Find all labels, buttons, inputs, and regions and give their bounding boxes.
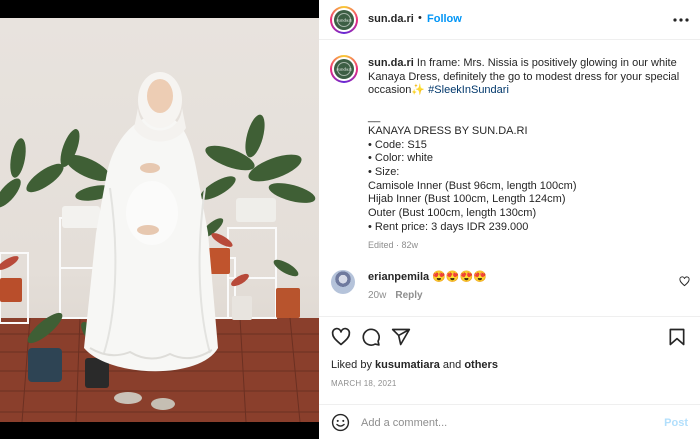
comment-like-heart-icon[interactable] [679, 276, 690, 287]
post-date: MARCH 18, 2021 [331, 379, 397, 388]
more-horizontal-icon[interactable] [671, 10, 691, 30]
caption-author-avatar[interactable]: sundari [330, 55, 358, 83]
liked-by-mid: and [439, 359, 465, 371]
follow-button[interactable]: Follow [427, 13, 462, 25]
comment-body: 😍😍😍😍 [429, 271, 487, 283]
caption-line: • Rent price: 3 days IDR 239.000 [368, 220, 529, 233]
likes-summary: Liked by kusumatiara and others [331, 359, 498, 371]
caption-line: Outer (Bust 100cm, length 130cm) [368, 207, 537, 220]
add-comment-bar: Post [319, 404, 700, 439]
caption-line: • Size: [368, 165, 400, 178]
author-avatar[interactable]: sundari [330, 6, 358, 34]
caption-line: • Code: S15 [368, 138, 427, 151]
liked-by-user[interactable]: kusumatiara [375, 359, 440, 371]
comment-icon[interactable] [361, 327, 381, 347]
caption-avatar-logo-mark: sundari [336, 66, 352, 72]
reply-button[interactable]: Reply [395, 290, 422, 301]
post-details-panel: sundari sun.da.ri • Follow sundari sun.d… [319, 0, 700, 439]
post-photo-frame [0, 0, 319, 439]
post-actions: Liked by kusumatiara and others MARCH 18… [319, 316, 700, 439]
caption-edited-timestamp: Edited · 82w [368, 240, 419, 250]
hashtag-link[interactable]: #SleekInSundari [428, 84, 509, 96]
emoji-icon[interactable] [331, 413, 350, 432]
bookmark-icon[interactable] [667, 327, 687, 347]
share-icon[interactable] [391, 327, 411, 347]
caption-username[interactable]: sun.da.ri [368, 57, 414, 69]
author-username[interactable]: sun.da.ri [368, 13, 414, 25]
comment-input[interactable] [361, 413, 641, 433]
caption-line: KANAYA DRESS BY SUN.DA.RI [368, 124, 528, 137]
post-caption: sun.da.ri In frame: Mrs. Nissia is posit… [368, 57, 688, 234]
post-header: sundari sun.da.ri • Follow [319, 0, 700, 40]
post-photo[interactable] [0, 18, 319, 422]
post-comment-button[interactable]: Post [664, 417, 688, 429]
caption-line: • Color: white [368, 152, 433, 165]
caption-line: Camisole Inner (Bust 96cm, length 100cm) [368, 179, 577, 192]
avatar-logo-mark: sundari [336, 17, 352, 23]
commenter-username[interactable]: erianpemila [368, 271, 429, 283]
photo-illustration [0, 72, 319, 422]
caption-line: Hijab Inner (Bust 100cm, Length 124cm) [368, 193, 566, 206]
commenter-avatar[interactable] [331, 270, 355, 294]
heart-icon[interactable] [331, 327, 351, 347]
comment-text: erianpemila 😍😍😍😍 [368, 270, 487, 283]
comment-age: 20w [368, 290, 387, 301]
comment-meta: 20w Reply [368, 290, 423, 301]
caption-divider: __ [368, 111, 381, 124]
liked-by-prefix: Liked by [331, 359, 376, 371]
separator-dot: • [418, 12, 422, 24]
caption-intro-text: In frame: Mrs. Nissia is positively glow… [368, 57, 680, 97]
liked-by-others[interactable]: others [464, 359, 498, 371]
